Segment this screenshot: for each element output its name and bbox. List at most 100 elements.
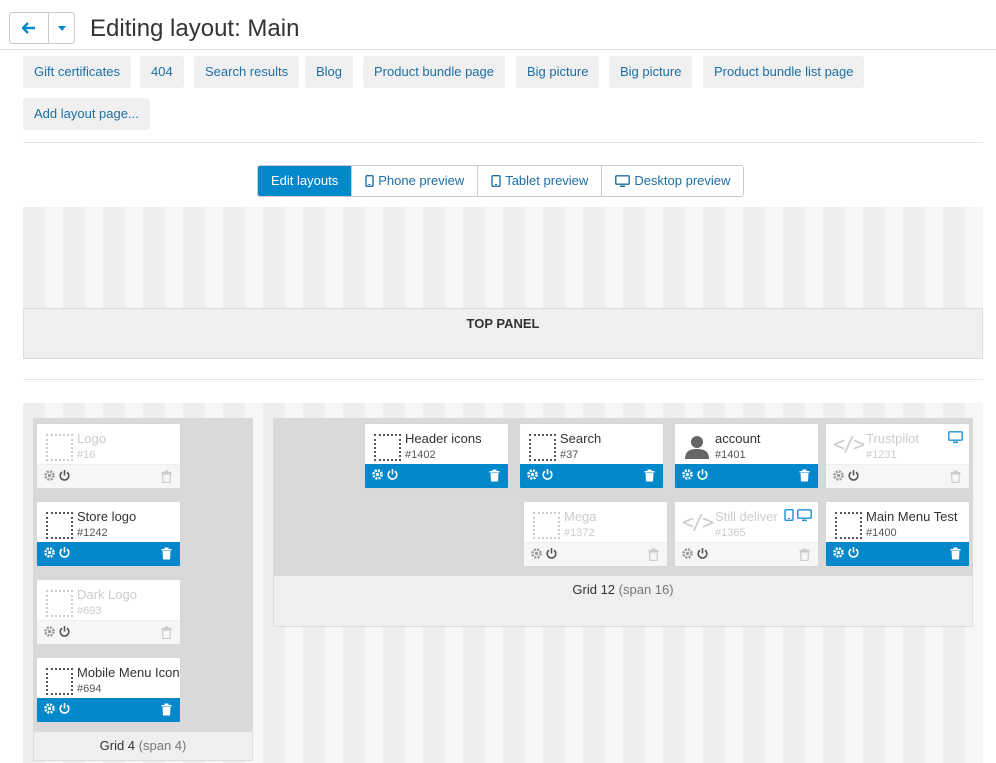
block-toolbar bbox=[826, 464, 969, 488]
trash-icon[interactable] bbox=[161, 470, 172, 483]
block-toolbar bbox=[37, 620, 180, 644]
arrow-left-icon bbox=[22, 22, 36, 34]
tablet-preview-button[interactable]: Tablet preview bbox=[477, 166, 602, 196]
trash-icon[interactable] bbox=[489, 469, 500, 482]
gear-icon[interactable] bbox=[681, 547, 694, 560]
divider bbox=[23, 142, 983, 143]
dotted-box-icon bbox=[46, 590, 73, 617]
power-icon[interactable] bbox=[847, 469, 860, 482]
layout-page-blog[interactable]: Blog bbox=[305, 56, 354, 88]
grid-12-name: Grid 12 bbox=[572, 582, 616, 597]
gear-icon[interactable] bbox=[43, 702, 56, 715]
trash-icon[interactable] bbox=[161, 703, 172, 716]
block-toolbar bbox=[675, 464, 818, 488]
trash-icon[interactable] bbox=[799, 548, 810, 561]
power-icon[interactable] bbox=[696, 468, 709, 481]
top-panel-area bbox=[23, 207, 983, 308]
add-layout-page-button[interactable]: Add layout page... bbox=[23, 98, 150, 130]
history-dropdown-button[interactable] bbox=[49, 13, 74, 43]
block-name: Header icons bbox=[405, 431, 482, 446]
desktop-icon bbox=[797, 509, 812, 522]
edit-layouts-button[interactable]: Edit layouts bbox=[258, 166, 352, 196]
divider bbox=[23, 379, 983, 380]
dotted-box-icon bbox=[46, 668, 73, 695]
trash-icon[interactable] bbox=[799, 469, 810, 482]
back-button[interactable] bbox=[10, 13, 50, 43]
block-dark-logo[interactable]: Dark Logo #693 bbox=[36, 579, 181, 645]
trash-icon[interactable] bbox=[644, 469, 655, 482]
page-title: Editing layout: Main bbox=[90, 15, 300, 42]
block-name: Logo bbox=[77, 431, 106, 446]
trash-icon[interactable] bbox=[161, 547, 172, 560]
layout-page-product-bundle-list-page[interactable]: Product bundle list page bbox=[703, 56, 865, 88]
dotted-box-icon bbox=[835, 512, 862, 539]
power-icon[interactable] bbox=[58, 469, 71, 482]
block-id: #16 bbox=[77, 449, 96, 461]
desktop-preview-button[interactable]: Desktop preview bbox=[601, 166, 744, 196]
power-icon[interactable] bbox=[386, 468, 399, 481]
power-icon[interactable] bbox=[541, 468, 554, 481]
block-id: #693 bbox=[77, 605, 102, 617]
block-toolbar bbox=[37, 464, 180, 488]
block-name: Still deliver bbox=[715, 509, 778, 524]
block-mega[interactable]: Mega #1372 bbox=[523, 501, 668, 567]
grid-12-footer[interactable]: Grid 12 (span 16) bbox=[273, 575, 973, 627]
gear-icon[interactable] bbox=[681, 468, 694, 481]
block-mobile-menu-icon[interactable]: Mobile Menu Icon #694 bbox=[36, 657, 181, 723]
block-still-deliver[interactable]: </> Still deliver #1365 bbox=[674, 501, 819, 567]
gear-icon[interactable] bbox=[371, 468, 384, 481]
desktop-icon bbox=[615, 174, 631, 187]
block-header-icons[interactable]: Header icons #1402 bbox=[364, 423, 509, 489]
block-name: account bbox=[715, 431, 761, 446]
power-icon[interactable] bbox=[58, 702, 71, 715]
block-toolbar bbox=[826, 542, 969, 566]
layout-page-product-bundle-page[interactable]: Product bundle page bbox=[363, 56, 505, 88]
block-id: #694 bbox=[77, 683, 102, 695]
block-id: #1400 bbox=[866, 527, 897, 539]
layout-page-search-results[interactable]: Search results bbox=[194, 56, 300, 88]
desktop-preview-label: Desktop preview bbox=[634, 173, 731, 188]
grid-4-footer[interactable]: Grid 4 (span 4) bbox=[33, 731, 253, 761]
trash-icon[interactable] bbox=[648, 548, 659, 561]
dotted-box-icon bbox=[46, 512, 73, 539]
block-account[interactable]: account #1401 bbox=[674, 423, 819, 489]
block-name: Search bbox=[560, 431, 602, 446]
phone-icon bbox=[365, 175, 374, 187]
block-store-logo[interactable]: Store logo #1242 bbox=[36, 501, 181, 567]
layout-page-big-picture-2[interactable]: Big picture bbox=[609, 56, 693, 88]
trash-icon[interactable] bbox=[950, 547, 961, 560]
block-name: Mobile Menu Icon bbox=[77, 665, 179, 680]
layout-page-gift-certificates[interactable]: Gift certificates bbox=[23, 56, 131, 88]
trash-icon[interactable] bbox=[950, 470, 961, 483]
power-icon[interactable] bbox=[58, 625, 71, 638]
grid-12-span: (span 16) bbox=[618, 582, 674, 597]
dotted-box-icon bbox=[529, 434, 556, 461]
layout-page-404[interactable]: 404 bbox=[140, 56, 184, 88]
block-search[interactable]: Search #37 bbox=[519, 423, 664, 489]
layout-page-big-picture[interactable]: Big picture bbox=[516, 56, 600, 88]
phone-preview-button[interactable]: Phone preview bbox=[351, 166, 478, 196]
gear-icon[interactable] bbox=[530, 547, 543, 560]
desktop-icon bbox=[948, 431, 963, 444]
gear-icon[interactable] bbox=[43, 469, 56, 482]
block-main-menu-test[interactable]: Main Menu Test #1400 bbox=[825, 501, 970, 567]
gear-icon[interactable] bbox=[832, 469, 845, 482]
power-icon[interactable] bbox=[847, 546, 860, 559]
power-icon[interactable] bbox=[696, 547, 709, 560]
block-logo[interactable]: Logo #16 bbox=[36, 423, 181, 489]
gear-icon[interactable] bbox=[832, 546, 845, 559]
grid-4-span: (span 4) bbox=[138, 738, 187, 753]
top-panel-label[interactable]: TOP PANEL bbox=[23, 308, 983, 359]
edit-layouts-label: Edit layouts bbox=[271, 173, 339, 188]
power-icon[interactable] bbox=[545, 547, 558, 560]
block-id: #1231 bbox=[866, 449, 897, 461]
gear-icon[interactable] bbox=[43, 625, 56, 638]
trash-icon[interactable] bbox=[161, 626, 172, 639]
gear-icon[interactable] bbox=[43, 546, 56, 559]
block-trustpilot[interactable]: </> Trustpilot #1231 bbox=[825, 423, 970, 489]
power-icon[interactable] bbox=[58, 546, 71, 559]
caret-down-icon bbox=[57, 25, 66, 31]
gear-icon[interactable] bbox=[526, 468, 539, 481]
code-icon: </> bbox=[682, 510, 714, 534]
block-id: #1242 bbox=[77, 527, 108, 539]
